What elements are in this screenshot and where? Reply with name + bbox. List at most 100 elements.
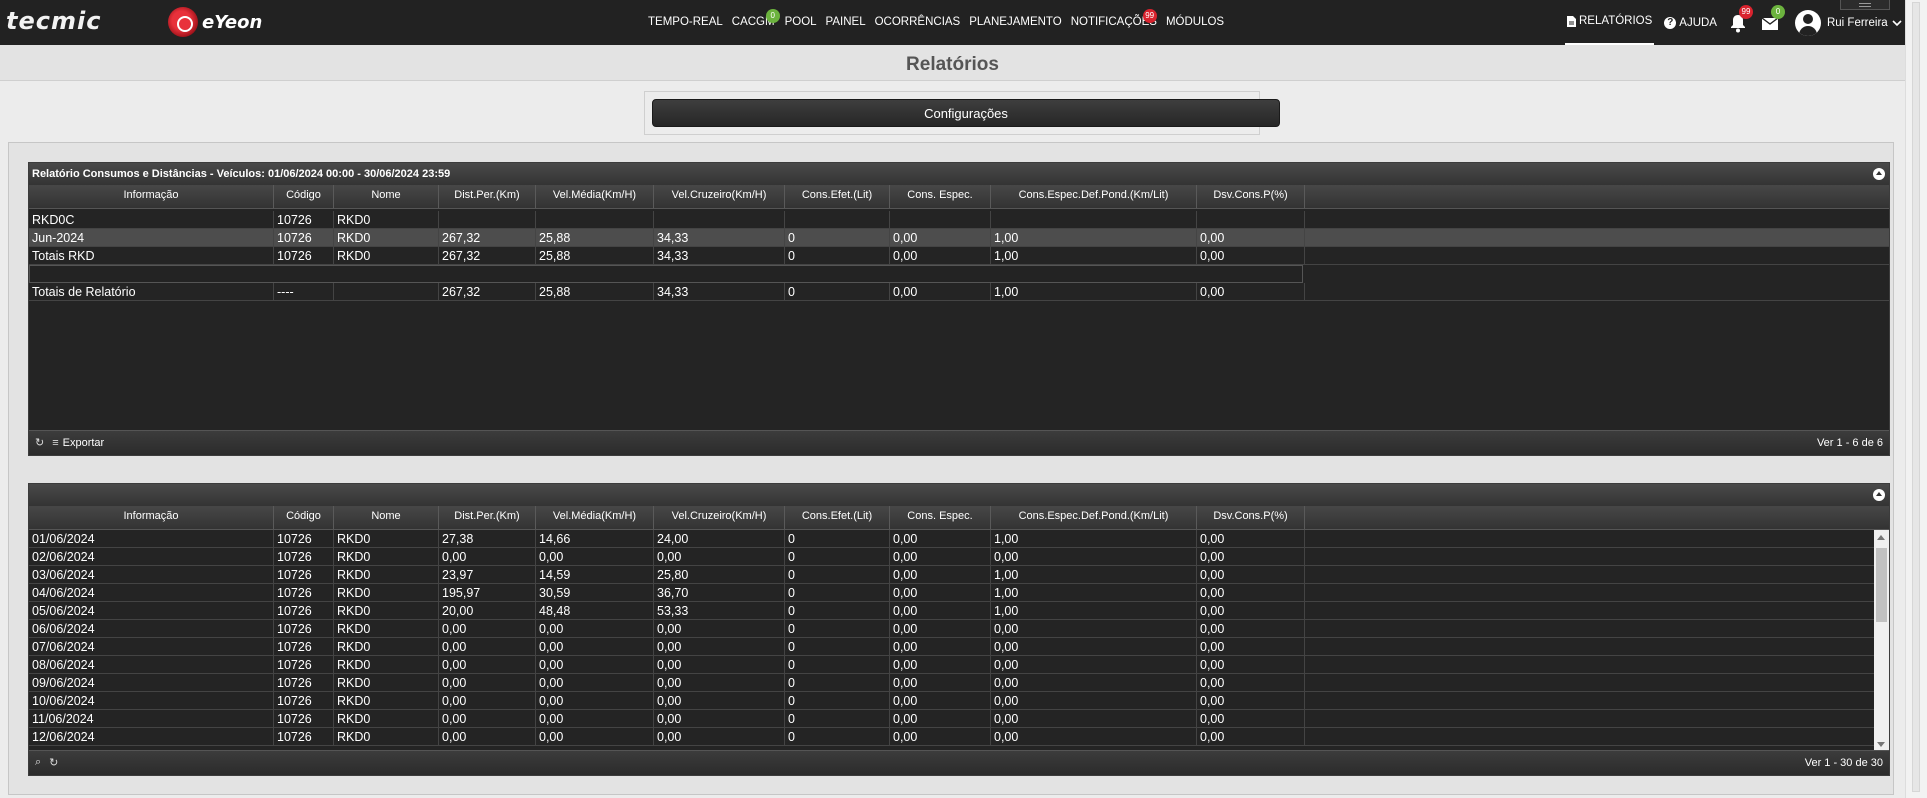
nav-item-modulos[interactable]: MÓDULOS [1166,0,1224,45]
table-cell: 10726 [274,674,334,691]
nav-item-tempo-real[interactable]: TEMPO-REAL [648,0,723,45]
column-header[interactable]: Vel.Cruzeiro(Km/H) [654,185,785,208]
nav-item-cacgm[interactable]: CACGM 0 [732,0,780,45]
nav-item-pool[interactable]: POOL [785,0,817,45]
refresh-icon[interactable]: ↻ [49,756,58,769]
table-cell: 0 [785,584,890,601]
table-cell: 0,00 [991,548,1197,565]
table-row[interactable]: 11/06/2024 10726 RKD0 0,00 0,00 0,00 0 0,00 0,00… [29,710,1889,728]
table-cell: 0 [785,283,890,300]
column-header[interactable]: Cons.Espec.Def.Pond.(Km/Lit) [991,185,1197,208]
nav-item-ajuda[interactable]: ? AJUDA [1664,16,1717,29]
table-cell: 20,00 [439,602,536,619]
table-row[interactable] [29,265,1303,283]
tecmic-logo[interactable]: tecmic [6,9,154,33]
table-row[interactable]: 10/06/2024 10726 RKD0 0,00 0,00 0,00 0 0,00 0,00… [29,692,1889,710]
column-header[interactable]: Cons.Espec.Def.Pond.(Km/Lit) [991,506,1197,529]
table-cell: 0,00 [1197,674,1305,691]
report-rows: RKD0C 10726 RKD0 Jun-2024 10726 RKD0 267,32 25,… [29,209,1889,301]
table-cell: 0,00 [1197,247,1305,264]
eyeon-logo[interactable]: eYeon [168,7,262,37]
column-header[interactable]: Vel.Média(Km/H) [536,506,654,529]
column-header[interactable]: Informação [29,506,274,529]
table-cell: 1,00 [991,247,1197,264]
table-cell: RKD0 [334,710,439,727]
column-header[interactable]: Código [274,506,334,529]
table-row[interactable]: 07/06/2024 10726 RKD0 0,00 0,00 0,00 0 0,00 0,00… [29,638,1889,656]
table-row[interactable]: Jun-2024 10726 RKD0 267,32 25,88 34,33 0 0,00 1,… [29,229,1889,247]
report-footer: ↻ ≡ Exportar Ver 1 - 6 de 6 [29,430,1889,455]
messages[interactable]: 0 [1761,4,1785,33]
column-header[interactable]: Dist.Per.(Km) [439,506,536,529]
table-cell: 0,00 [1197,656,1305,673]
column-header[interactable]: Vel.Média(Km/H) [536,185,654,208]
table-cell: RKD0 [334,638,439,655]
table-cell: 0,00 [991,710,1197,727]
table-cell [991,211,1197,228]
search-icon[interactable]: ⌕ [35,756,41,769]
column-header[interactable]: Informação [29,185,274,208]
table-row[interactable]: RKD0C 10726 RKD0 [29,211,1889,229]
page-scrollbar[interactable] [1905,0,1927,798]
table-cell: 10726 [274,602,334,619]
table-cell: 12/06/2024 [29,728,274,745]
table-cell: 0 [785,566,890,583]
table-cell: 0 [785,710,890,727]
column-header[interactable]: Código [274,185,334,208]
table-cell: 0,00 [654,656,785,673]
refresh-icon[interactable]: ↻ [35,436,44,449]
nav-item-painel[interactable]: PAINEL [826,0,866,45]
table-scrollbar[interactable] [1874,530,1889,752]
column-header[interactable]: Dsv.Cons.P(%) [1197,185,1305,208]
table-cell: 0,00 [991,728,1197,745]
table-cell: 0,00 [654,620,785,637]
table-cell: RKD0 [334,620,439,637]
table-cell: 0,00 [890,710,991,727]
column-header[interactable]: Cons. Espec. [890,506,991,529]
table-cell: RKD0 [334,566,439,583]
table-row[interactable]: 05/06/2024 10726 RKD0 20,00 48,48 53,33 0 0,00 1… [29,602,1889,620]
config-button[interactable]: Configurações [652,99,1280,127]
table-cell: 30,59 [536,584,654,601]
table-row[interactable]: 03/06/2024 10726 RKD0 23,97 14,59 25,80 0 0,00 1… [29,566,1889,584]
table-row[interactable]: Totais de Relatório ---- 267,32 25,88 34,33 0… [29,283,1889,301]
table-row[interactable]: 06/06/2024 10726 RKD0 0,00 0,00 0,00 0 0,00 0,00… [29,620,1889,638]
export-button[interactable]: Exportar [63,437,105,449]
column-header[interactable]: Vel.Cruzeiro(Km/H) [654,506,785,529]
export-icon: ≡ [52,436,59,449]
table-cell: 1,00 [991,584,1197,601]
collapse-icon[interactable] [1873,489,1885,501]
page-scroll-thumb[interactable] [1912,2,1920,792]
nav-item-relatorios[interactable]: RELATÓRIOS [1565,0,1655,45]
column-header[interactable]: Dsv.Cons.P(%) [1197,506,1305,529]
table-row[interactable]: 08/06/2024 10726 RKD0 0,00 0,00 0,00 0 0,00 0,00… [29,656,1889,674]
table-cell: 0,00 [890,656,991,673]
scroll-down-icon[interactable] [1877,742,1885,747]
table-cell: 10726 [274,638,334,655]
column-header[interactable]: Cons.Efet.(Lit) [785,506,890,529]
column-header[interactable]: Dist.Per.(Km) [439,185,536,208]
table-cell: 0 [785,247,890,264]
table-row[interactable]: 02/06/2024 10726 RKD0 0,00 0,00 0,00 0 0,00 0,00… [29,548,1889,566]
table-row[interactable]: 12/06/2024 10726 RKD0 0,00 0,00 0,00 0 0,00 0,00… [29,728,1889,746]
table-row[interactable]: 04/06/2024 10726 RKD0 195,97 30,59 36,70 0 0,00… [29,584,1889,602]
scroll-thumb[interactable] [1876,548,1887,622]
user-menu[interactable]: Rui Ferreira [1794,9,1902,36]
table-row[interactable]: Totais RKD 10726 RKD0 267,32 25,88 34,33 0 0,00… [29,247,1889,265]
table-cell: 0,00 [890,247,991,264]
table-row[interactable]: 09/06/2024 10726 RKD0 0,00 0,00 0,00 0 0,00 0,00… [29,674,1889,692]
notifications-bell[interactable]: 99 [1729,4,1753,33]
column-header[interactable]: Nome [334,185,439,208]
nav-item-notificacoes[interactable]: NOTIFICAÇÕES 99 [1071,0,1157,45]
minimize-handle[interactable] [1840,0,1890,10]
column-header[interactable]: Cons.Efet.(Lit) [785,185,890,208]
nav-item-planejamento[interactable]: PLANEJAMENTO [969,0,1061,45]
collapse-icon[interactable] [1873,168,1885,180]
nav-item-ocorrencias[interactable]: OCORRÊNCIAS [875,0,961,45]
table-row[interactable]: 01/06/2024 10726 RKD0 27,38 14,66 24,00 0 0,00 1… [29,530,1889,548]
table-cell: 0 [785,638,890,655]
column-header[interactable]: Nome [334,506,439,529]
column-header[interactable]: Cons. Espec. [890,185,991,208]
scroll-up-icon[interactable] [1877,535,1885,540]
table-cell: 10726 [274,229,334,246]
